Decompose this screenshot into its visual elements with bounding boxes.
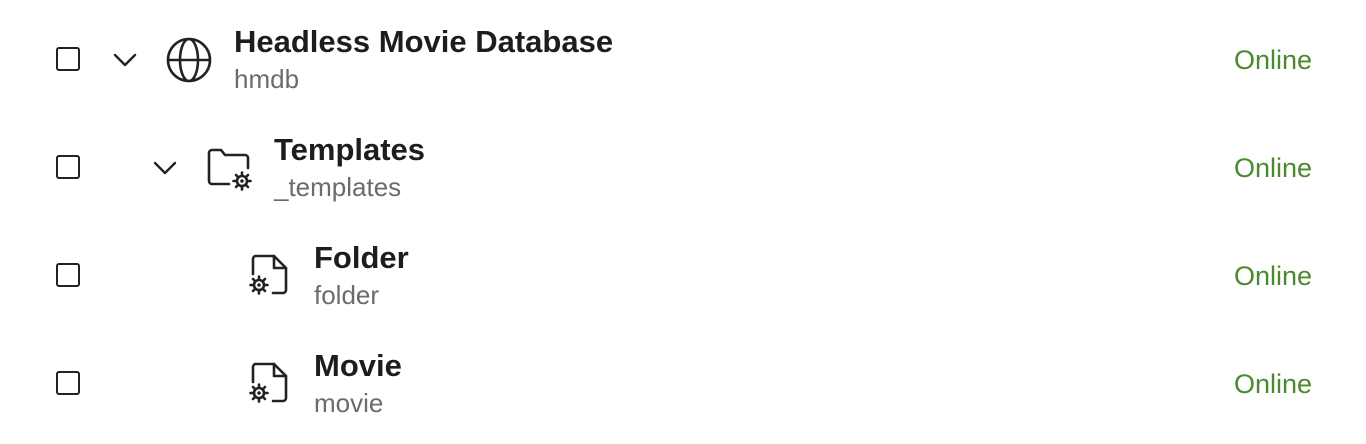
row-subtitle: movie xyxy=(314,388,384,418)
file-settings-icon xyxy=(245,360,293,408)
status-label: Online xyxy=(1233,45,1312,75)
row-checkbox[interactable] xyxy=(56,263,80,287)
row-subtitle: hmdb xyxy=(234,64,300,94)
status-label: Online xyxy=(1233,153,1312,183)
row-checkbox[interactable] xyxy=(56,155,80,179)
tree-row-hmdb[interactable]: Headless Movie Database hmdb Online xyxy=(0,6,1366,114)
tree-row-folder[interactable]: Folder folder Online xyxy=(0,222,1366,330)
globe-icon xyxy=(165,36,213,84)
chevron-down-icon[interactable] xyxy=(111,46,139,74)
row-checkbox[interactable] xyxy=(56,47,80,71)
status-label: Online xyxy=(1233,261,1312,291)
status-label: Online xyxy=(1233,369,1312,399)
row-checkbox[interactable] xyxy=(56,371,80,395)
row-subtitle: _templates xyxy=(274,172,402,202)
row-subtitle: folder xyxy=(314,280,380,310)
folder-settings-icon xyxy=(205,144,253,192)
row-title[interactable]: Headless Movie Database xyxy=(234,22,613,62)
file-settings-icon xyxy=(245,252,293,300)
tree-row-movie[interactable]: Movie movie Online xyxy=(0,330,1366,438)
chevron-down-icon[interactable] xyxy=(151,154,179,182)
row-title[interactable]: Movie xyxy=(314,346,402,386)
tree-row-templates[interactable]: Templates _templates Online xyxy=(0,114,1366,222)
row-title[interactable]: Folder xyxy=(314,238,409,278)
row-title[interactable]: Templates xyxy=(274,130,425,170)
content-tree: Headless Movie Database hmdb Online Temp… xyxy=(0,0,1366,444)
